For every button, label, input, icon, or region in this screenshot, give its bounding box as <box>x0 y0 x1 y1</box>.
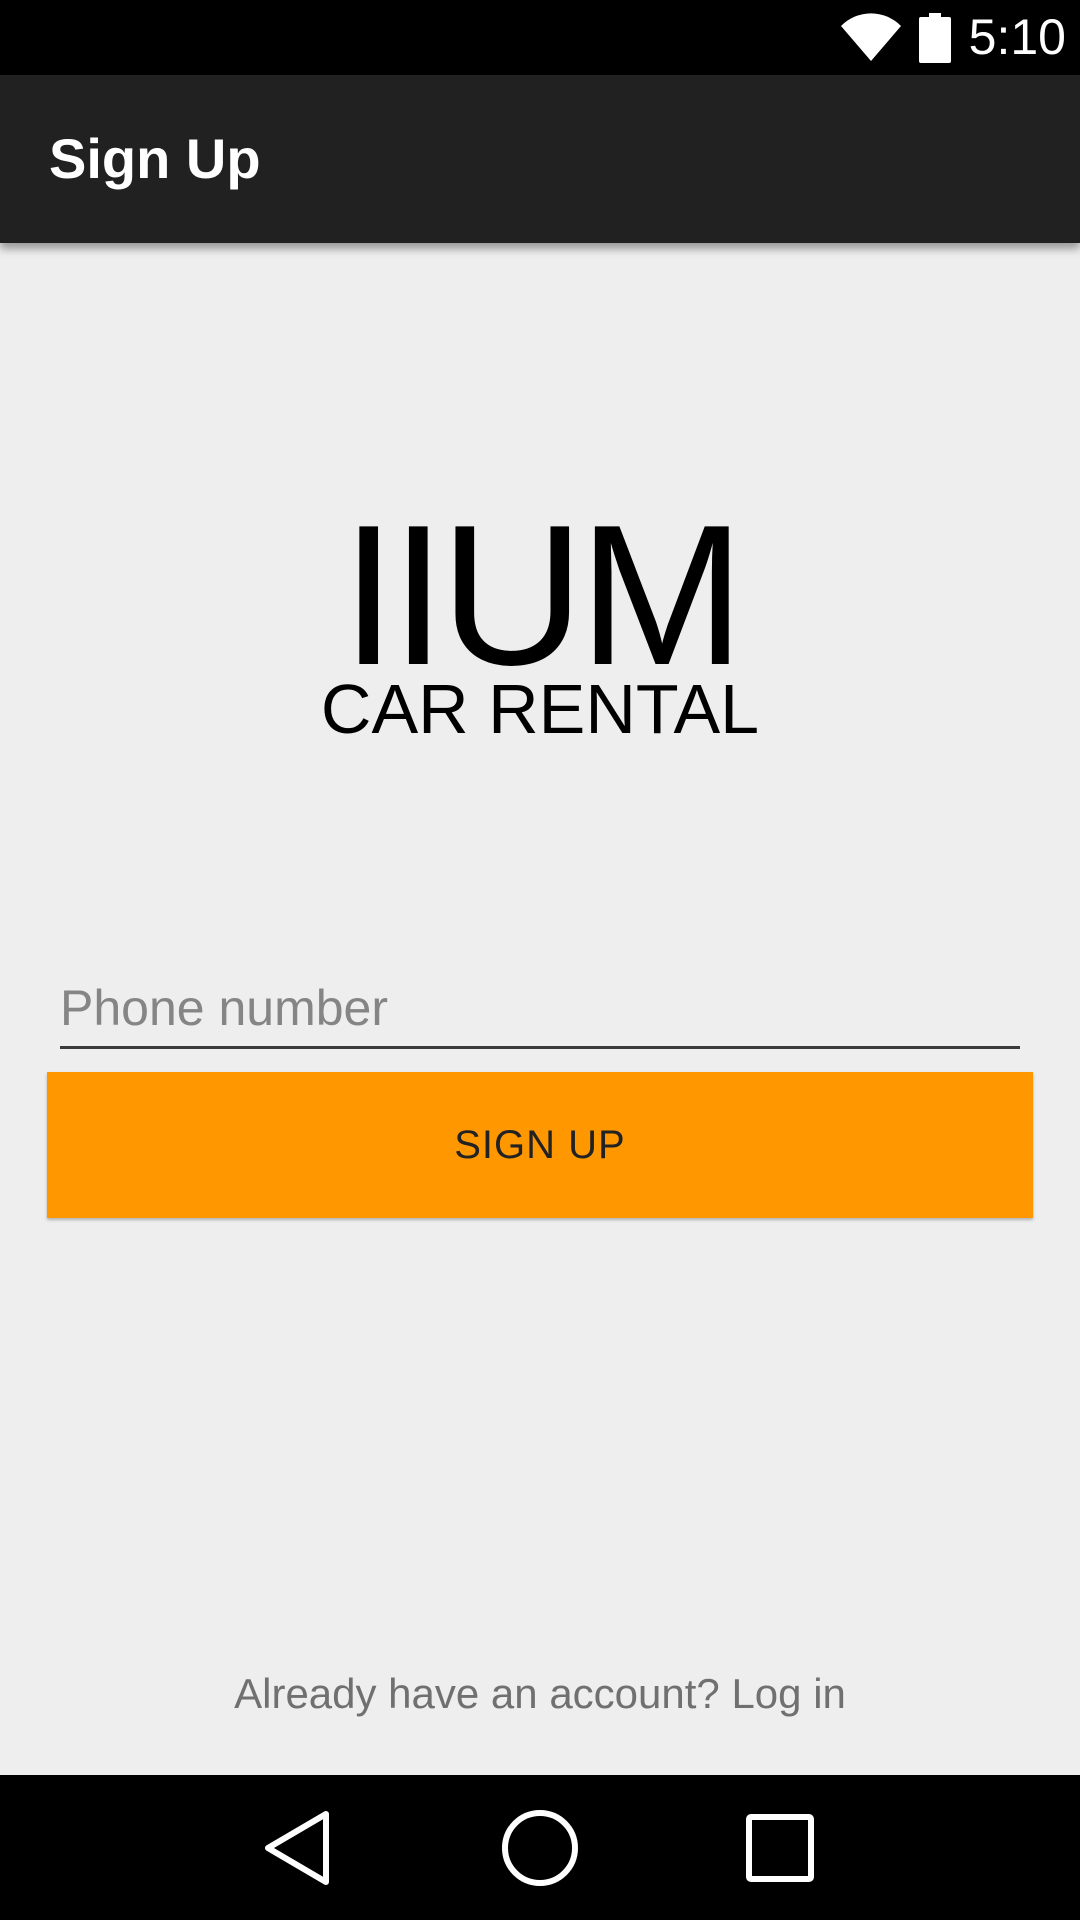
battery-icon <box>918 12 951 63</box>
status-icons: 5:10 <box>840 0 1066 75</box>
signup-button[interactable]: SIGN UP <box>47 1072 1033 1218</box>
recents-icon <box>746 1813 814 1882</box>
back-button[interactable] <box>222 1775 372 1920</box>
home-button[interactable] <box>465 1775 615 1920</box>
app-bar: Sign Up <box>0 75 1080 243</box>
back-icon <box>265 1810 329 1885</box>
wifi-icon <box>840 12 901 61</box>
login-link[interactable]: Already have an account? Log in <box>0 1670 1080 1718</box>
logo-subtitle: CAR RENTAL <box>320 670 760 748</box>
navigation-bar <box>0 1775 1080 1920</box>
phone-number-input[interactable] <box>60 970 1020 1049</box>
recents-button[interactable] <box>705 1775 855 1920</box>
home-icon <box>502 1809 578 1886</box>
app-logo: IIUM CAR RENTAL <box>300 484 780 750</box>
status-time: 5:10 <box>968 9 1066 65</box>
signup-screen: 5:10 Sign Up IIUM CAR RENTAL SIGN UP Alr… <box>0 0 1080 1920</box>
page-title: Sign Up <box>49 127 261 190</box>
status-bar: 5:10 <box>0 0 1080 75</box>
logo-title: IIUM <box>340 484 745 707</box>
